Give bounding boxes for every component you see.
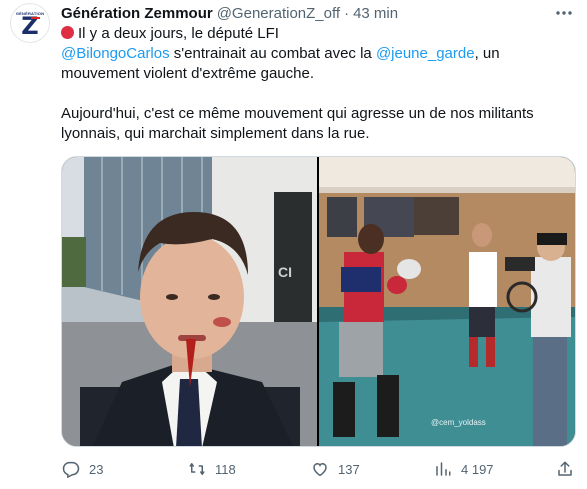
- retweet-button[interactable]: 118: [187, 457, 236, 481]
- tweet-actions: 23 118 137 4 197: [61, 457, 576, 481]
- tweet-text: Il y a deux jours, le député LFI @Bilong…: [61, 24, 576, 144]
- svg-text:CI: CI: [278, 264, 292, 280]
- like-button[interactable]: 137: [310, 457, 360, 481]
- like-count: 137: [338, 461, 360, 477]
- mention-bilongocarlos[interactable]: @BilongoCarlos: [61, 45, 170, 62]
- avatar-logo-letter: Z: [21, 12, 39, 40]
- tweet-line-1-text: Il y a deux jours, le député LFI: [78, 25, 279, 42]
- avatar-logo-bar: [31, 17, 40, 19]
- mention-jeune-garde[interactable]: @jeune_garde: [376, 45, 475, 62]
- views-count: 4 197: [461, 461, 494, 477]
- tweet-timestamp[interactable]: 43 min: [353, 5, 398, 22]
- media-grid: CI @cem_yoldass: [61, 156, 576, 447]
- paragraph-break: [61, 84, 576, 104]
- tweet-line-3: mouvement violent d'extrême gauche.: [61, 65, 315, 82]
- header-separator: ·: [344, 4, 350, 22]
- retweet-count: 118: [215, 461, 236, 477]
- author-name[interactable]: Génération Zemmour: [61, 5, 213, 22]
- tweet-line-2-end: , un: [474, 45, 500, 62]
- share-button[interactable]: [555, 457, 575, 481]
- author-avatar[interactable]: GÉNÉRATION Z: [10, 3, 50, 43]
- retweet-icon: [187, 459, 207, 479]
- tweet-line-1: Il y a deux jours, le député LFI: [61, 24, 576, 44]
- views-button[interactable]: 4 197: [433, 457, 494, 481]
- photo-combat-training[interactable]: @cem_yoldass: [319, 157, 575, 446]
- views-chart-icon: [433, 459, 453, 479]
- tweet-header: Génération Zemmour @GenerationZ_off · 43…: [61, 3, 398, 23]
- tweet-line-5: lyonnais, qui marchait simplement dans l…: [61, 125, 370, 142]
- reply-count: 23: [89, 461, 104, 477]
- reply-button[interactable]: 23: [61, 457, 103, 481]
- share-icon: [555, 459, 575, 479]
- red-circle-emoji: [61, 26, 74, 39]
- tweet-line-2: @BilongoCarlos s'entrainait au combat av…: [61, 44, 576, 64]
- tweet[interactable]: GÉNÉRATION Z Génération Zemmour @Generat…: [0, 0, 587, 489]
- tweet-line-2-text: s'entrainait au combat avec la: [169, 45, 376, 62]
- photo-injured-militant[interactable]: CI: [62, 157, 317, 446]
- tweet-line-4: Aujourd'hui, c'est ce même mouvement qui…: [61, 105, 534, 122]
- more-horizontal-icon: [556, 11, 572, 15]
- more-options-button[interactable]: [552, 1, 576, 25]
- author-handle[interactable]: @GenerationZ_off: [217, 5, 340, 22]
- heart-icon: [310, 459, 330, 479]
- reply-icon: [61, 459, 81, 479]
- photo-watermark: @cem_yoldass: [431, 418, 486, 427]
